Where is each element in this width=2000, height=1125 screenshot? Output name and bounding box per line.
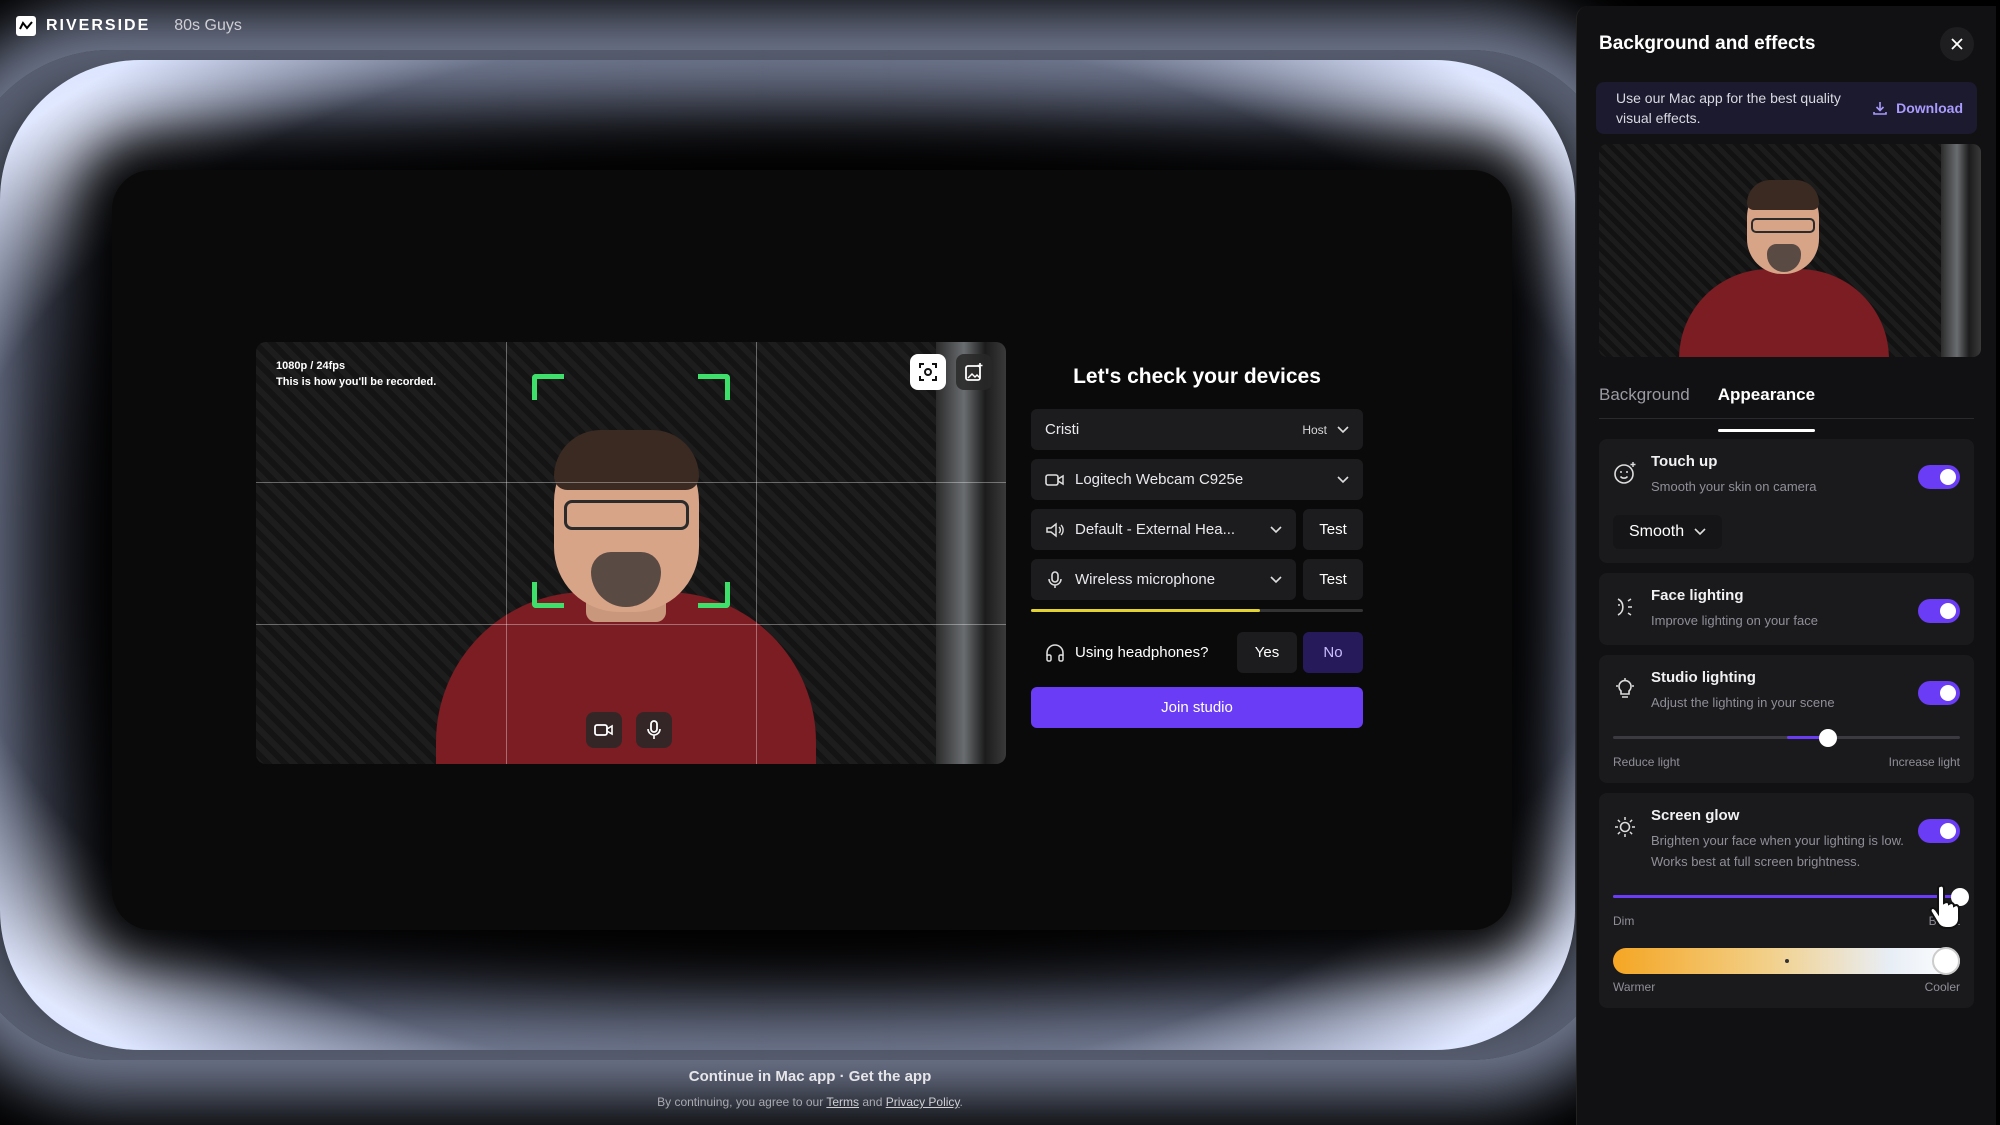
role-select[interactable]: Host (1302, 423, 1327, 437)
studio-lighting-toggle[interactable] (1918, 681, 1960, 705)
smile-sparkle-icon (1613, 461, 1637, 485)
slider-handle[interactable] (1932, 947, 1961, 975)
face-frame-corner (698, 374, 730, 400)
download-icon (1873, 102, 1887, 115)
download-button[interactable]: Download (1872, 98, 1963, 118)
chevron-down-icon (1694, 528, 1706, 536)
touch-up-title: Touch up (1651, 453, 1718, 470)
session-name: 80s Guys (174, 17, 242, 34)
camera-toggle-button[interactable] (586, 712, 622, 748)
riverside-logo-icon (16, 16, 36, 36)
grid-line (256, 482, 1006, 483)
chevron-down-icon (1337, 425, 1349, 433)
face-lighting-card: Face lighting Improve lighting on your f… (1599, 573, 1974, 645)
screen-glow-desc: Brighten your face when your lighting is… (1651, 833, 1904, 869)
device-check-panel: Let's check your devices Cristi Host Log… (1031, 365, 1363, 728)
face-lighting-toggle[interactable] (1918, 599, 1960, 623)
studio-lighting-title: Studio lighting (1651, 669, 1756, 686)
effects-tabs: Background Appearance (1599, 385, 1974, 432)
lightbulb-icon (1613, 677, 1637, 701)
tab-appearance[interactable]: Appearance (1717, 385, 1816, 432)
mic-test-button[interactable]: Test (1303, 559, 1363, 600)
device-check-title: Let's check your devices (1073, 365, 1321, 388)
face-frame-corner (698, 582, 730, 608)
color-temperature-slider[interactable] (1613, 947, 1961, 975)
touch-up-card: Touch up Smooth your skin on camera Smoo… (1599, 439, 1974, 563)
join-studio-button[interactable]: Join studio (1031, 687, 1363, 728)
continue-in-mac-app-link[interactable]: Continue in Mac app · Get the app (0, 1068, 1620, 1085)
touch-up-mode-select[interactable]: Smooth (1613, 515, 1723, 549)
chevron-down-icon (1270, 575, 1282, 583)
camera-preview: 1080p / 24fps This is how you'll be reco… (256, 342, 1006, 764)
face-frame-corner (532, 582, 564, 608)
dim-label: Dim (1613, 914, 1635, 928)
headphones-question: Using headphones? (1031, 643, 1231, 662)
camera-select[interactable]: Logitech Webcam C925e (1031, 459, 1363, 500)
mac-app-banner: Use our Mac app for the best quality vis… (1596, 82, 1977, 134)
face-frame-corner (532, 374, 564, 400)
speaker-test-button[interactable]: Test (1303, 509, 1363, 550)
close-panel-button[interactable] (1940, 27, 1974, 61)
microphone-select[interactable]: Wireless microphone (1031, 559, 1296, 600)
top-bar: RIVERSIDE 80s Guys (16, 14, 242, 38)
legal-text: By continuing, you agree to our Terms an… (657, 1095, 963, 1109)
screen-glow-brightness-slider[interactable] (1613, 886, 1969, 908)
increase-light-label: Increase light (1888, 755, 1960, 769)
sun-icon (1613, 815, 1637, 839)
slider-handle[interactable] (1819, 729, 1838, 747)
chevron-down-icon (1337, 475, 1349, 483)
grid-line (256, 624, 1006, 625)
mic-toggle-button[interactable] (636, 712, 672, 748)
speaker-icon (1046, 521, 1064, 538)
touch-up-desc: Smooth your skin on camera (1651, 479, 1817, 494)
face-frame-button[interactable] (910, 354, 946, 390)
footer: Continue in Mac app · Get the app By con… (0, 1068, 1620, 1109)
cooler-label: Cooler (1924, 980, 1960, 994)
temperature-center-dot (1784, 959, 1789, 963)
screen-glow-title: Screen glow (1651, 807, 1740, 824)
screen-glow-card: Screen glow Brighten your face when your… (1599, 793, 1974, 1008)
microphone-icon (1048, 570, 1062, 588)
studio-lighting-slider[interactable] (1613, 727, 1960, 749)
camera-person (396, 402, 856, 764)
grid-line (756, 342, 757, 764)
face-lighting-title: Face lighting (1651, 587, 1744, 604)
mic-level-meter (1031, 609, 1363, 612)
warmer-label: Warmer (1613, 980, 1656, 994)
background-effects-panel: Background and effects Use our Mac app f… (1576, 6, 1996, 1125)
effects-button[interactable] (956, 354, 992, 390)
effects-preview (1599, 144, 1981, 357)
name-value: Cristi (1045, 421, 1080, 438)
name-field[interactable]: Cristi Host (1031, 409, 1363, 450)
brand-name: RIVERSIDE (46, 17, 151, 34)
close-icon (1951, 38, 1963, 50)
privacy-policy-link[interactable]: Privacy Policy (886, 1095, 960, 1109)
reduce-light-label: Reduce light (1613, 755, 1680, 769)
microphone-icon (647, 720, 661, 739)
studio-lighting-desc: Adjust the lighting in your scene (1651, 695, 1835, 710)
headphones-yes-button[interactable]: Yes (1237, 632, 1297, 673)
grid-line (506, 342, 507, 764)
image-sparkle-icon (965, 363, 983, 381)
tab-background[interactable]: Background (1599, 385, 1690, 418)
headphones-icon (1046, 643, 1064, 662)
speaker-select[interactable]: Default - External Hea... (1031, 509, 1296, 550)
terms-link[interactable]: Terms (826, 1095, 859, 1109)
face-light-icon (1613, 595, 1637, 619)
chevron-down-icon (1270, 525, 1282, 533)
video-camera-icon (1045, 473, 1064, 486)
recording-info: 1080p / 24fps This is how you'll be reco… (276, 360, 437, 388)
panel-title: Background and effects (1599, 33, 1816, 54)
touch-up-toggle[interactable] (1918, 465, 1960, 489)
hand-cursor-icon (1929, 884, 1960, 929)
video-camera-icon (594, 724, 613, 736)
face-lighting-desc: Improve lighting on your face (1651, 613, 1818, 628)
screen-glow-toggle[interactable] (1918, 819, 1960, 843)
headphones-no-button[interactable]: No (1303, 632, 1363, 673)
studio-lighting-card: Studio lighting Adjust the lighting in y… (1599, 655, 1974, 783)
focus-frame-icon (919, 363, 937, 381)
